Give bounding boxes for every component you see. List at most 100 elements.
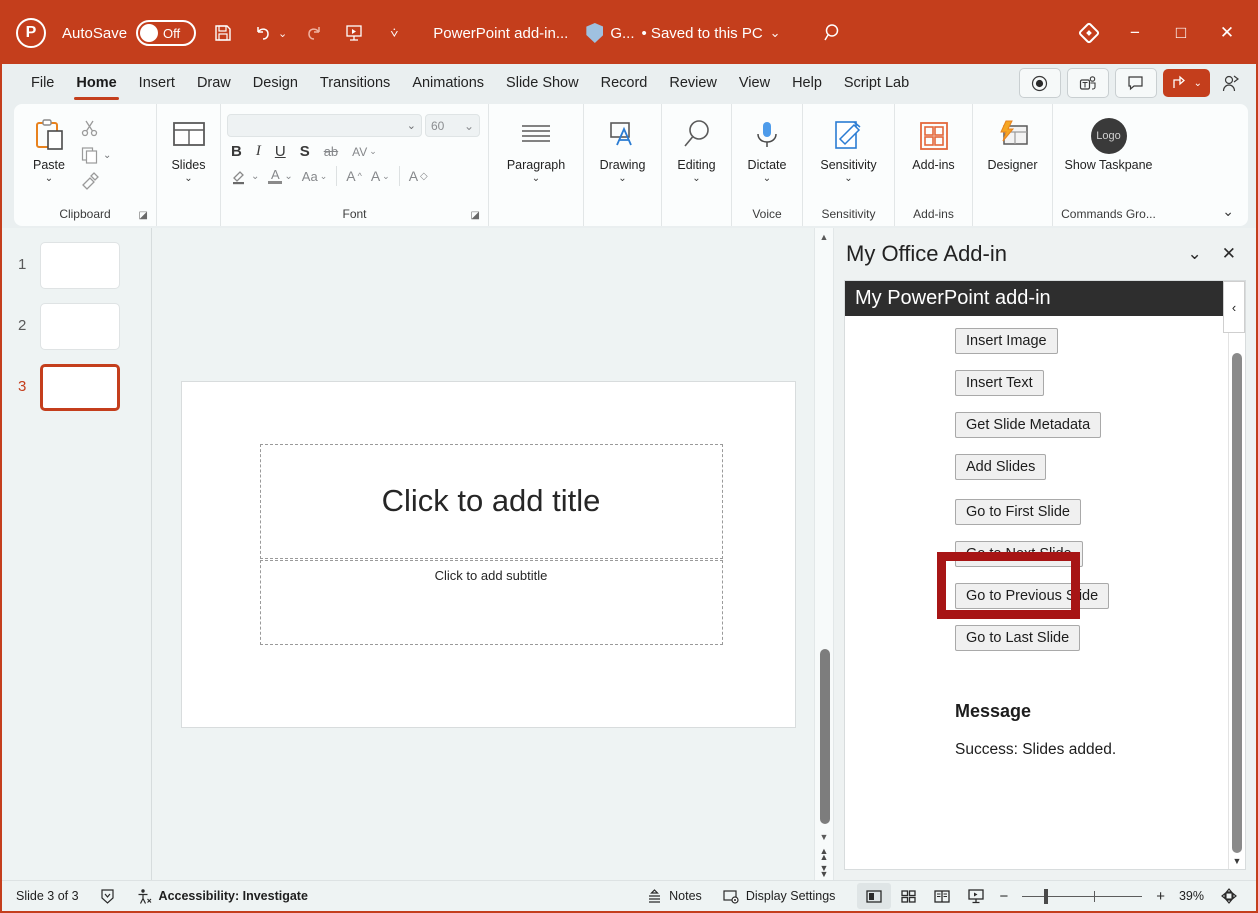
drawing-button[interactable]: Drawing ⌄ xyxy=(590,110,655,184)
tab-slide-show[interactable]: Slide Show xyxy=(495,69,590,97)
start-presentation-icon[interactable] xyxy=(341,20,367,46)
thumbnail-preview[interactable] xyxy=(40,242,120,289)
zoom-percent-label[interactable]: 39% xyxy=(1179,889,1204,903)
thumbnail-slide-1[interactable]: 1 xyxy=(2,228,151,289)
text-highlight-button[interactable]: ⌄ xyxy=(231,167,259,185)
increase-font-size-button[interactable]: A^ xyxy=(346,168,362,184)
editing-button[interactable]: Editing ⌄ xyxy=(668,110,725,184)
copy-chevron-down-icon[interactable]: ⌄ xyxy=(103,150,111,161)
display-settings-button[interactable]: Display Settings xyxy=(712,881,846,911)
cut-button[interactable] xyxy=(78,116,113,140)
save-icon[interactable] xyxy=(210,20,236,46)
slide-sorter-icon[interactable] xyxy=(891,883,925,909)
subtitle-placeholder[interactable]: Click to add subtitle xyxy=(260,560,723,645)
scrollbar-thumb[interactable] xyxy=(820,649,830,824)
clipboard-dialog-launcher-icon[interactable]: ◪ xyxy=(139,210,148,221)
format-painter-button[interactable] xyxy=(78,170,113,194)
notes-button[interactable]: Notes xyxy=(636,881,712,911)
task-pane-close-icon[interactable]: ✕ xyxy=(1222,244,1236,264)
undo-icon[interactable] xyxy=(250,20,276,46)
thumbnail-preview[interactable] xyxy=(40,303,120,350)
bold-button[interactable]: B xyxy=(231,143,242,160)
zoom-slider[interactable] xyxy=(1022,896,1142,897)
paste-button[interactable]: Paste ⌄ xyxy=(20,110,78,184)
font-name-combobox[interactable]: ⌄ xyxy=(227,114,422,137)
sensitivity-button[interactable]: Sensitivity ⌄ xyxy=(809,110,888,184)
slide-editor[interactable]: Click to add title Click to add subtitle xyxy=(181,381,796,728)
tab-review[interactable]: Review xyxy=(658,69,728,97)
font-size-chevron-down-icon[interactable]: ⌄ xyxy=(464,119,474,133)
qat-more-chevron-down-icon[interactable]: ⩒ xyxy=(381,20,407,46)
save-status-label[interactable]: • Saved to this PC xyxy=(642,25,763,42)
highlight-chevron-down-icon[interactable]: ⌄ xyxy=(251,171,259,182)
autosave-toggle[interactable]: Off xyxy=(136,20,196,46)
zoom-in-button[interactable]: + xyxy=(1150,888,1171,905)
dictate-button[interactable]: Dictate ⌄ xyxy=(738,110,796,184)
task-pane-chevron-down-icon[interactable]: ⌄ xyxy=(1188,244,1202,264)
insert-text-button[interactable]: Insert Text xyxy=(955,370,1044,396)
share-button[interactable]: ⌄ xyxy=(1163,69,1210,97)
font-size-combobox[interactable]: 60 ⌄ xyxy=(425,114,480,137)
next-slide-double-down-arrow-icon[interactable]: ▼▼ xyxy=(820,863,829,880)
show-taskpane-button[interactable]: Logo Show Taskpane xyxy=(1059,110,1158,172)
slides-chevron-down-icon[interactable]: ⌄ xyxy=(184,173,192,184)
font-color-chevron-down-icon[interactable]: ⌄ xyxy=(284,171,292,182)
scrollbar-track[interactable] xyxy=(815,246,833,828)
sensitivity-chevron-down-icon[interactable]: ⌄ xyxy=(844,173,852,184)
tab-draw[interactable]: Draw xyxy=(186,69,242,97)
thumbnail-slide-2[interactable]: 2 xyxy=(2,289,151,350)
tab-transitions[interactable]: Transitions xyxy=(309,69,401,97)
zoom-slider-track[interactable] xyxy=(1022,896,1142,897)
tab-file[interactable]: File xyxy=(20,69,65,97)
font-dialog-launcher-icon[interactable]: ◪ xyxy=(471,210,480,221)
addins-button[interactable]: Add-ins xyxy=(901,110,966,172)
character-spacing-button[interactable]: AV⌄ xyxy=(352,145,377,159)
drawing-chevron-down-icon[interactable]: ⌄ xyxy=(618,173,626,184)
addin-scroll-down-arrow-icon[interactable]: ▼ xyxy=(1229,853,1245,869)
text-shadow-button[interactable]: S xyxy=(300,143,310,160)
slideshow-icon[interactable] xyxy=(959,883,993,909)
addin-vertical-scrollbar[interactable]: ▼ xyxy=(1228,281,1245,869)
addin-scrollbar-thumb[interactable] xyxy=(1232,353,1242,853)
document-title[interactable]: PowerPoint add-in... xyxy=(433,25,568,42)
minimize-button[interactable]: − xyxy=(1112,2,1158,64)
get-slide-metadata-button[interactable]: Get Slide Metadata xyxy=(955,412,1101,438)
go-to-last-slide-button[interactable]: Go to Last Slide xyxy=(955,625,1080,651)
font-name-chevron-down-icon[interactable]: ⌄ xyxy=(407,119,416,132)
record-circle-icon[interactable] xyxy=(1019,68,1061,98)
strikethrough-button[interactable]: ab xyxy=(324,144,338,159)
paste-chevron-down-icon[interactable]: ⌄ xyxy=(45,173,53,184)
collapse-ribbon-chevron-down-icon[interactable]: ⌄ xyxy=(1222,203,1234,220)
normal-view-icon[interactable] xyxy=(857,883,891,909)
dictate-chevron-down-icon[interactable]: ⌄ xyxy=(763,173,771,184)
font-color-button[interactable]: A ⌄ xyxy=(268,169,292,184)
thumbnail-slide-3[interactable]: 3 xyxy=(2,350,151,411)
go-to-first-slide-button[interactable]: Go to First Slide xyxy=(955,499,1081,525)
thumbnail-preview[interactable] xyxy=(40,364,120,411)
language-button[interactable] xyxy=(89,881,126,911)
fit-to-window-icon[interactable] xyxy=(1212,883,1246,909)
slide-thumbnail-pane[interactable]: 1 2 3 xyxy=(2,228,152,880)
slides-button[interactable]: Slides ⌄ xyxy=(163,110,214,184)
decrease-font-size-button[interactable]: A⌄ xyxy=(371,168,390,184)
editing-chevron-down-icon[interactable]: ⌄ xyxy=(692,173,700,184)
underline-button[interactable]: U xyxy=(275,143,286,160)
paragraph-button[interactable]: Paragraph ⌄ xyxy=(495,110,577,184)
designer-button[interactable]: Designer xyxy=(979,110,1046,172)
person-add-icon[interactable] xyxy=(1216,74,1246,93)
zoom-slider-handle[interactable] xyxy=(1044,889,1048,904)
insert-image-button[interactable]: Insert Image xyxy=(955,328,1058,354)
search-icon[interactable] xyxy=(823,22,845,44)
copilot-icon[interactable] xyxy=(1066,2,1112,64)
previous-slide-double-up-arrow-icon[interactable]: ▲▲ xyxy=(820,846,829,863)
add-slides-button[interactable]: Add Slides xyxy=(955,454,1046,480)
tab-insert[interactable]: Insert xyxy=(128,69,186,97)
tab-home[interactable]: Home xyxy=(65,69,127,97)
italic-button[interactable]: I xyxy=(256,143,261,160)
canvas-vertical-scrollbar[interactable]: ▲ ▼ ▲▲ ▼▼ xyxy=(814,228,834,880)
redo-icon[interactable] xyxy=(301,20,327,46)
copy-button[interactable]: ⌄ xyxy=(78,143,113,167)
save-status-chevron-down-icon[interactable]: ⌄ xyxy=(770,25,781,41)
close-button[interactable]: ✕ xyxy=(1204,2,1250,64)
scroll-down-arrow-icon[interactable]: ▼ xyxy=(820,828,829,846)
